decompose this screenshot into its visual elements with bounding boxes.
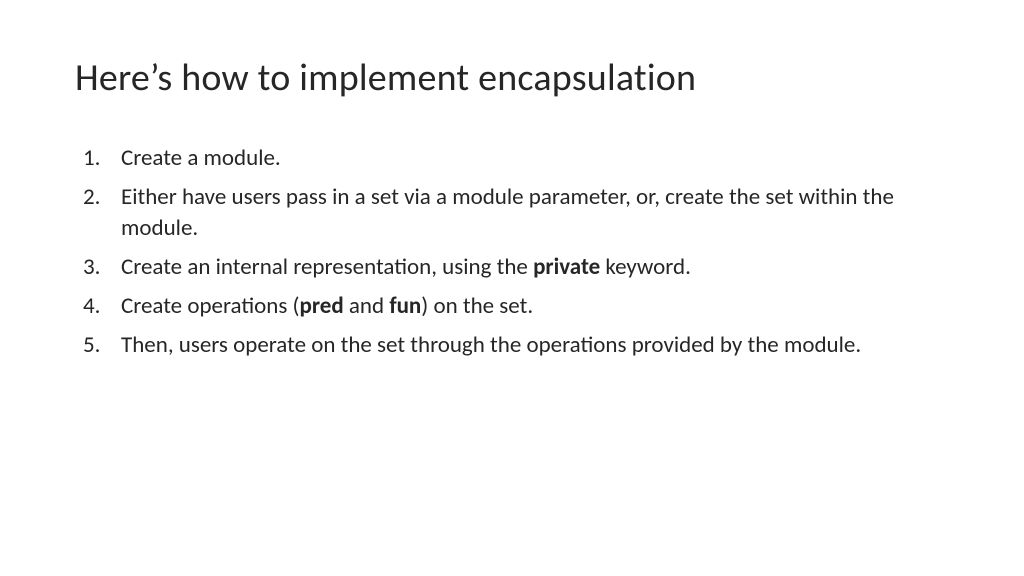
list-item: Create operations (pred and fun) on the … xyxy=(83,291,949,322)
text-run: and xyxy=(344,292,390,320)
text-run: ) on the set. xyxy=(421,292,533,320)
list-item: Create an internal representation, using… xyxy=(83,252,949,283)
bold-text: pred xyxy=(300,292,344,320)
list-item: Either have users pass in a set via a mo… xyxy=(83,182,949,244)
text-run: keyword. xyxy=(600,253,691,281)
bold-text: fun xyxy=(389,292,421,320)
list-item: Create a module. xyxy=(83,143,949,174)
steps-list: Create a module. Either have users pass … xyxy=(75,143,949,361)
text-run: Create operations ( xyxy=(121,292,300,320)
slide-title: Here’s how to implement encapsulation xyxy=(75,55,949,101)
bold-text: private xyxy=(533,253,600,281)
list-item: Then, users operate on the set through t… xyxy=(83,330,949,361)
text-run: Create an internal representation, using… xyxy=(121,253,533,281)
